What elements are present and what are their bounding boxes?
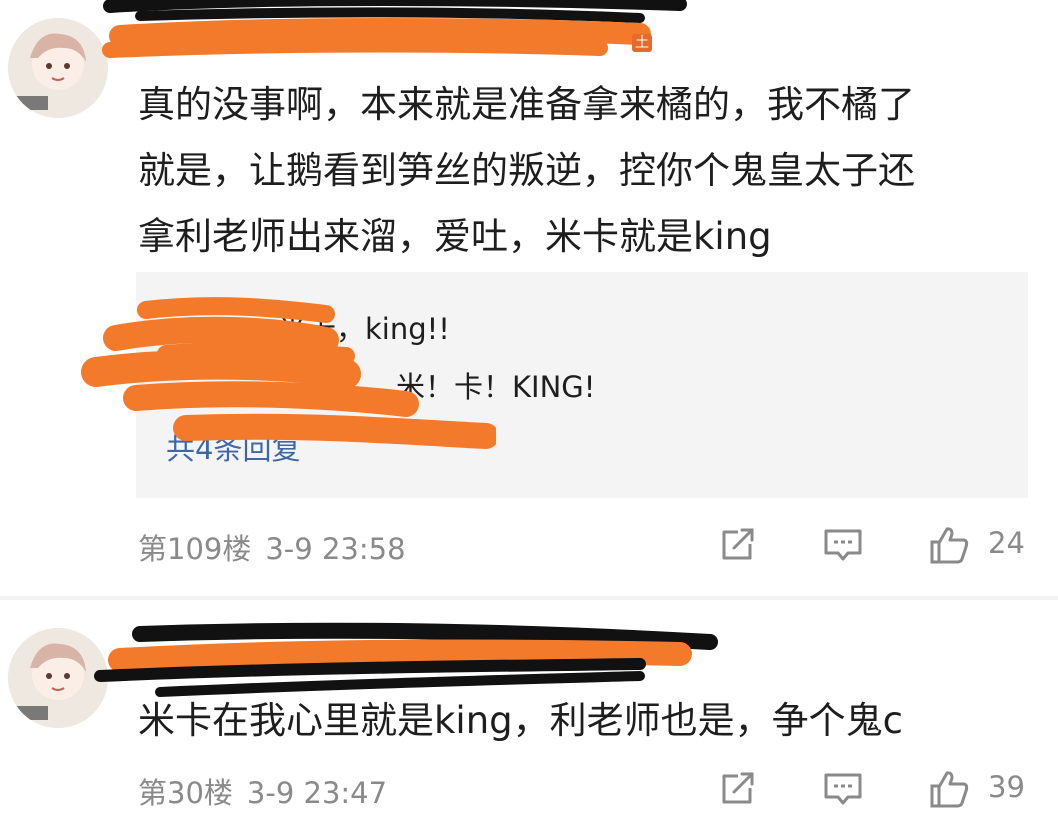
thumbs-up-icon[interactable] [928, 524, 970, 566]
timestamp: 3-9 23:58 [265, 532, 406, 566]
comment-meta: 第109楼 3-9 23:58 [138, 526, 406, 568]
comment-footer: 第109楼 3-9 23:58 24 [138, 522, 1038, 568]
comment-item: 土 真的没事啊，本来就是准备拿来橘的，我不橘了 就是，让鹅看到笋丝的叛逆，控你个… [0, 0, 1058, 600]
reply-author-redaction [76, 294, 496, 474]
like-count: 39 [988, 770, 1025, 804]
floor-number: 第109楼 [138, 532, 252, 566]
thumbs-up-icon[interactable] [928, 768, 970, 810]
comment-footer: 第30楼 3-9 23:47 39 [138, 766, 1038, 812]
reply-preview[interactable]: 米卡，king!! 米！卡！KING! 共4条回复 [81, 272, 1028, 498]
share-icon[interactable] [716, 524, 758, 566]
like-count: 24 [988, 526, 1025, 560]
comment-item: 米卡在我心里就是king，利老师也是，争个鬼c 第30楼 3-9 23:47 39 [0, 600, 1058, 840]
comment-text: 真的没事啊，本来就是准备拿来橘的，我不橘了 就是，让鹅看到笋丝的叛逆，控你个鬼皇… [138, 83, 915, 258]
comment-meta: 第30楼 3-9 23:47 [138, 770, 387, 812]
user-badge: 土 [632, 34, 652, 52]
comment-text: 米卡在我心里就是king，利老师也是，争个鬼c [138, 699, 903, 742]
username-redaction [80, 0, 720, 80]
timestamp: 3-9 23:47 [246, 776, 388, 810]
share-icon[interactable] [716, 768, 758, 810]
floor-number: 第30楼 [138, 776, 233, 810]
comment-icon[interactable] [822, 768, 864, 810]
comment-icon[interactable] [822, 524, 864, 566]
